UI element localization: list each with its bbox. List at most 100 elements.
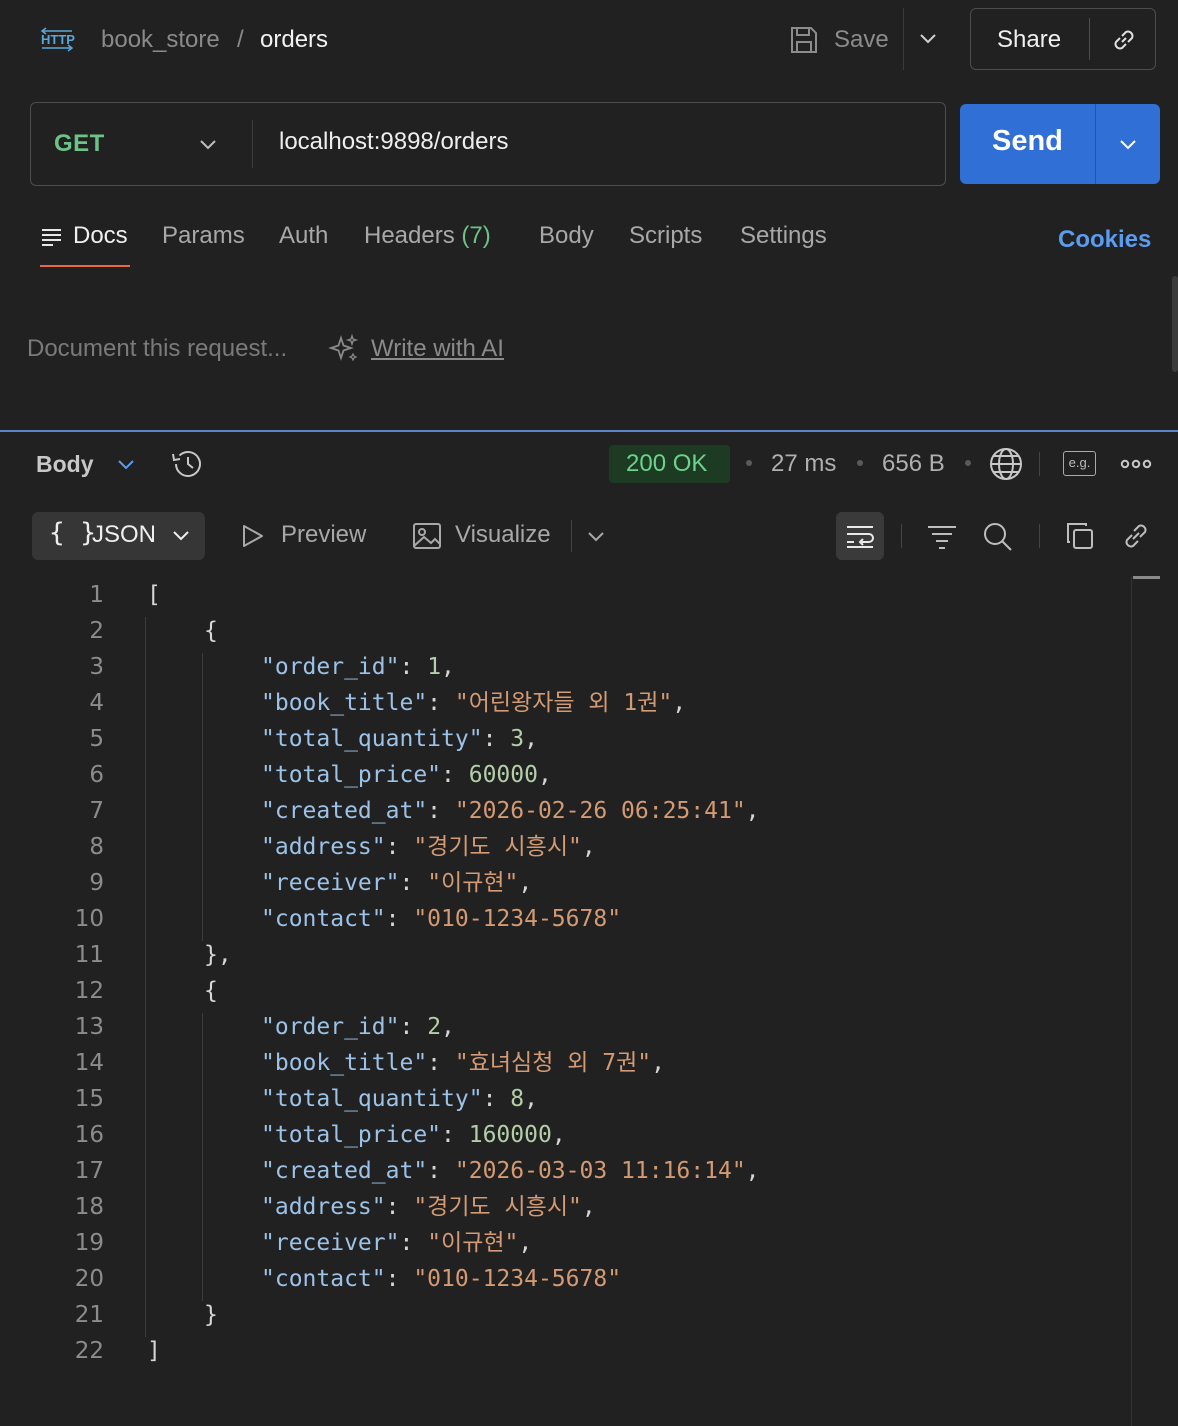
tab-auth[interactable]: Auth [279,222,328,250]
save-as-example-button[interactable]: e.g. [1063,451,1096,476]
json-punctuation: ] [147,1338,161,1364]
response-body-selector[interactable]: Body [36,451,94,478]
method-url-divider [252,120,253,168]
copy-icon[interactable] [1064,520,1096,552]
preview-tab[interactable]: Preview [281,521,366,549]
line-number: 9 [89,870,104,896]
response-size[interactable]: 656 B [882,450,945,478]
http-method-select[interactable]: GET [54,130,105,158]
indent-guide [202,1013,203,1301]
separator-dot [746,460,752,466]
code-text: }, [204,937,232,973]
send-button[interactable]: Send [992,125,1063,158]
tab-docs[interactable]: Docs [73,222,128,250]
code-scroll-thumb[interactable] [1133,576,1160,579]
code-text: "contact": "010-1234-5678" [261,1261,621,1297]
code-text: ] [147,1333,161,1369]
code-text: "created_at": "2026-03-03 11:16:14", [261,1153,760,1189]
headers-count-badge: (7) [461,222,491,249]
json-punctuation: , [745,1158,760,1184]
toolbar-divider [901,524,902,548]
share-divider [1089,18,1090,60]
response-time[interactable]: 27 ms [771,450,836,478]
search-icon[interactable] [981,520,1013,552]
code-scroll-track [1131,577,1132,1426]
cookies-link[interactable]: Cookies [1058,226,1151,254]
json-punctuation: , [651,1050,665,1076]
docs-description-input[interactable]: Document this request... [27,335,287,363]
json-punctuation: : [385,1194,414,1220]
line-number: 17 [74,1158,104,1184]
tab-settings[interactable]: Settings [740,222,827,250]
code-text: { [204,973,218,1009]
share-button[interactable]: Share [997,26,1061,54]
code-text: "receiver": "이규현", [261,1225,532,1261]
line-number: 4 [89,690,104,716]
copy-link-icon[interactable] [1108,24,1140,56]
breadcrumb-collection[interactable]: book_store [101,26,220,54]
code-text: "address": "경기도 시흥시", [261,1189,596,1225]
sparkle-ai-icon[interactable] [328,332,360,364]
json-punctuation: } [204,1302,218,1328]
json-punctuation: : [427,798,455,824]
line-number: 22 [74,1338,104,1364]
json-key: "created_at" [261,798,428,824]
json-key: "receiver" [261,1230,400,1256]
send-options-chevron-icon[interactable] [1116,132,1140,156]
save-button[interactable]: Save [788,20,889,60]
json-punctuation: }, [204,942,232,968]
line-number: 13 [74,1014,104,1040]
code-text: { [204,613,218,649]
write-with-ai-link[interactable]: Write with AI [371,335,504,363]
http-protocol-icon: HTTP [40,24,76,56]
save-options-chevron-icon[interactable] [916,26,940,50]
more-options-icon[interactable] [1120,454,1152,474]
url-input[interactable]: localhost:9898/orders [279,128,508,156]
json-key: "address" [261,834,386,860]
method-chevron-down-icon[interactable] [196,132,220,156]
code-text: "order_id": 1, [261,649,455,685]
json-key: "order_id" [261,1014,400,1040]
indent-guide [145,617,146,1337]
json-string: "010-1234-5678" [413,906,622,932]
code-text: [ [147,577,161,613]
pane-splitter[interactable] [0,430,1178,432]
json-punctuation: : [385,834,414,860]
tab-headers[interactable]: Headers (7) [364,222,491,250]
breadcrumb-request-name[interactable]: orders [260,26,328,54]
body-chevron-down-icon[interactable] [114,452,138,476]
line-number: 12 [74,978,104,1004]
line-number: 15 [74,1086,104,1112]
code-text: "address": "경기도 시흥시", [261,829,596,865]
link-icon[interactable] [1120,520,1152,552]
json-key: "book_title" [261,1050,428,1076]
json-key: "contact" [261,1266,386,1292]
json-punctuation: : [482,1086,511,1112]
image-icon[interactable] [411,520,443,552]
tab-headers-label: Headers [364,222,455,249]
code-text: "total_quantity": 3, [261,721,538,757]
json-punctuation: : [399,654,428,680]
json-punctuation: , [551,1122,566,1148]
tab-params[interactable]: Params [162,222,245,250]
format-chevron-down-icon[interactable] [169,523,193,547]
tab-body[interactable]: Body [539,222,594,250]
request-pane-scrollbar[interactable] [1172,276,1178,372]
history-icon[interactable] [170,448,204,480]
separator-dot [965,460,971,466]
json-number: 2 [427,1014,442,1040]
globe-icon[interactable] [988,446,1024,482]
json-string: "경기도 시흥시" [413,834,582,860]
tab-scripts[interactable]: Scripts [629,222,702,250]
json-string: "2026-02-26 06:25:41" [454,798,746,824]
wrap-lines-icon [844,520,876,552]
filter-icon[interactable] [926,520,958,552]
send-divider [1095,104,1096,184]
play-icon[interactable] [240,522,266,550]
visualize-tab[interactable]: Visualize [455,521,551,549]
toolbar-divider [1039,524,1040,548]
json-number: 1 [427,654,442,680]
line-number: 16 [74,1122,104,1148]
visualize-chevron-down-icon[interactable] [584,524,608,548]
save-icon [791,27,817,53]
